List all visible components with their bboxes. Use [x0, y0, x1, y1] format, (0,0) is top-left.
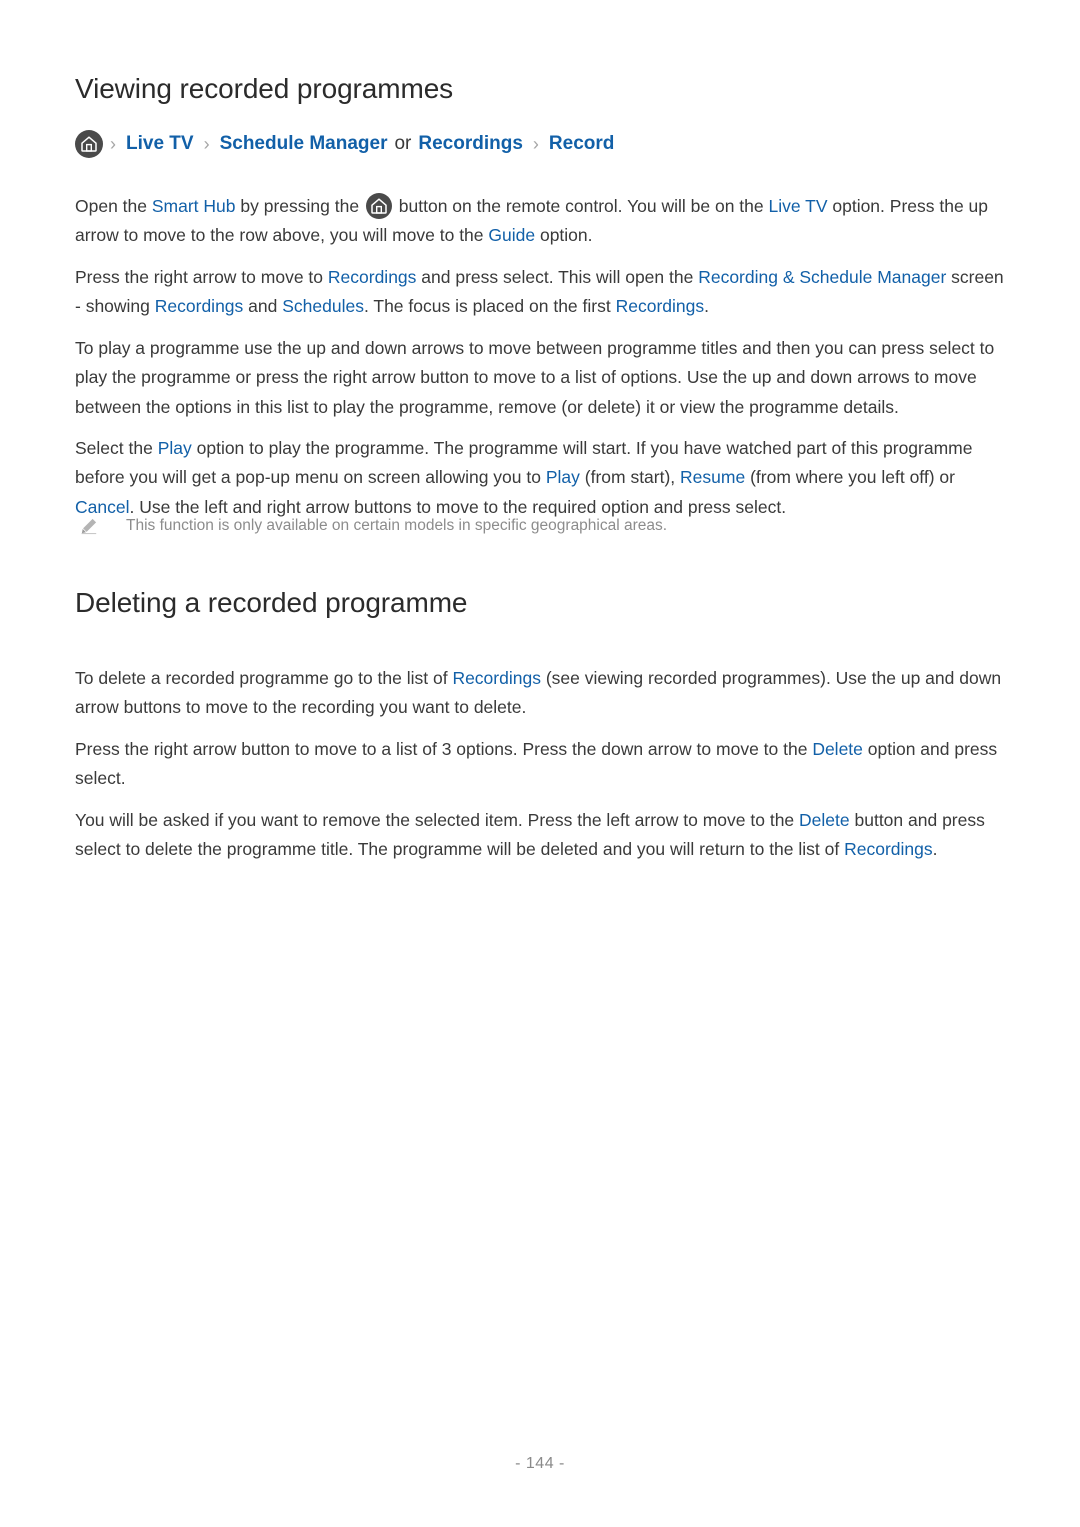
link-recordings-4[interactable]: Recordings [452, 668, 541, 688]
paragraph-select-the-play-option: Select the Play option to play the progr… [75, 434, 1010, 523]
p4-text-c: (from start), [579, 467, 681, 487]
breadcrumb-item-record[interactable]: Record [549, 131, 614, 157]
breadcrumb-separator-2: › [203, 134, 210, 154]
p2-text-b: and press select. This will open the [416, 266, 699, 287]
breadcrumb: › Live TV › Schedule Manager or Recordin… [75, 130, 617, 158]
paragraph-open-smart-hub: Open the Smart Hub by pressing the butto… [75, 192, 1010, 251]
link-resume[interactable]: Resume [680, 467, 745, 487]
link-live-tv[interactable]: Live TV [768, 196, 827, 216]
breadcrumb-conjunction-or: or [394, 133, 412, 154]
pencil-icon [80, 517, 98, 535]
s2p2-text-a: Press the right arrow button to move to … [75, 738, 813, 759]
breadcrumb-item-live-tv[interactable]: Live TV [126, 131, 194, 157]
s2p3-text-a: You will be asked if you want to remove … [75, 809, 800, 830]
link-play-2[interactable]: Play [546, 467, 580, 487]
page-title-deleting-a-recorded-programme: Deleting a recorded programme [75, 587, 468, 618]
page-number-footer: - 144 - [515, 1455, 565, 1472]
p1-text-e: option. [535, 225, 593, 245]
breadcrumb-separator-1: › [110, 134, 116, 154]
link-recordings[interactable]: Recordings [328, 267, 417, 287]
link-recordings-5[interactable]: Recordings [844, 839, 933, 859]
p2-text-a: Press the right arrow to move to [75, 266, 328, 287]
paragraph-press-right-arrow: Press the right arrow to move to Recordi… [75, 263, 1010, 322]
note-availability: This function is only available on certa… [80, 514, 1000, 538]
link-recordings-2[interactable]: Recordings [155, 296, 244, 316]
link-guide[interactable]: Guide [488, 225, 535, 245]
link-play[interactable]: Play [158, 438, 192, 458]
p4-text-d: (from where you left off) or [745, 467, 955, 487]
document-page: Viewing recorded programmes › Live TV › … [0, 0, 1080, 1527]
note-text: This function is only available on certa… [126, 517, 668, 534]
paragraph-you-will-be-asked: You will be asked if you want to remove … [75, 806, 1010, 865]
link-smart-hub[interactable]: Smart Hub [152, 196, 236, 216]
link-recording-and-schedule-manager[interactable]: Recording & Schedule Manager [698, 267, 946, 287]
p1-text-c: button on the remote control. You will b… [393, 195, 769, 216]
breadcrumb-item-recordings[interactable]: Recordings [418, 131, 523, 157]
link-delete[interactable]: Delete [812, 739, 863, 759]
paragraph-to-play-a-programme: To play a programme use the up and down … [75, 334, 1010, 423]
p3-text: To play a programme use the up and down … [75, 337, 995, 417]
breadcrumb-item-schedule-manager[interactable]: Schedule Manager [220, 131, 388, 157]
s2p1-text-a: To delete a recorded programme go to the… [75, 667, 453, 688]
p2-text-d: and [243, 296, 283, 316]
p2-text-f: . [704, 296, 709, 316]
page-title-viewing-recorded-programmes: Viewing recorded programmes [75, 73, 454, 104]
home-icon[interactable] [365, 192, 392, 219]
breadcrumb-separator-3: › [532, 134, 539, 154]
s2p3-text-c: . [932, 839, 938, 859]
link-delete-2[interactable]: Delete [799, 810, 850, 830]
link-schedules[interactable]: Schedules [282, 296, 364, 316]
p1-text-a: Open the [75, 195, 152, 216]
paragraph-to-delete-a-recorded-programme: To delete a recorded programme go to the… [75, 664, 1010, 723]
p1-text-b: by pressing the [235, 195, 364, 216]
home-icon[interactable] [75, 130, 103, 158]
p4-text-a: Select the [75, 437, 158, 458]
paragraph-press-right-arrow-delete: Press the right arrow button to move to … [75, 735, 1010, 794]
link-recordings-3[interactable]: Recordings [616, 296, 705, 316]
p2-text-e: . The focus is placed on the first [363, 296, 616, 316]
